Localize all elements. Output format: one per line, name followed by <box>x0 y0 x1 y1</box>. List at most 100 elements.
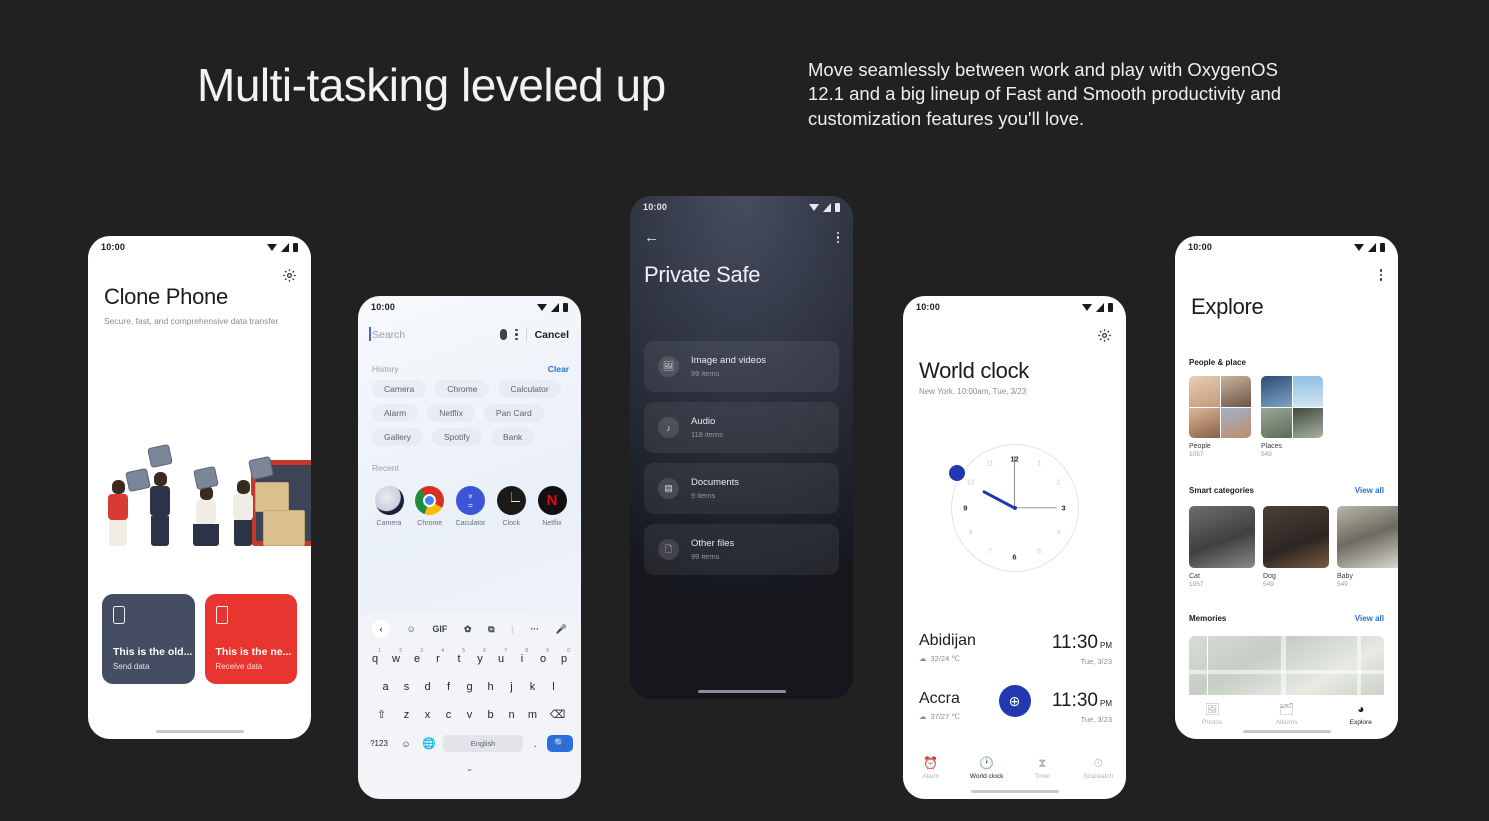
places-thumbnail-grid <box>1261 376 1323 438</box>
key-l[interactable]: l <box>545 675 563 698</box>
key-h[interactable]: h <box>482 675 500 698</box>
city-temp: 32/24 ℃ <box>930 654 960 663</box>
tile-cat[interactable]: Cat 1057 <box>1189 506 1255 588</box>
gear-icon <box>283 269 296 282</box>
key-a[interactable]: a <box>377 675 395 698</box>
key-e[interactable]: 3e <box>408 647 426 670</box>
nav-item-photos[interactable]: 🖼 Photos <box>1187 702 1237 726</box>
chevron-down-icon[interactable]: ⌄ <box>358 763 581 774</box>
back-arrow-icon[interactable]: ← <box>644 230 659 245</box>
tile-baby[interactable]: Baby 549 <box>1337 506 1398 588</box>
app-camera[interactable]: Camera <box>370 486 408 527</box>
more-icon[interactable]: ··· <box>530 624 539 634</box>
safe-item-other-files[interactable]: 🗋 Other files 99 items <box>644 524 839 575</box>
backspace-key[interactable]: ⌫ <box>545 703 571 726</box>
app-netflix[interactable]: N Netflix <box>533 486 571 527</box>
clear-button[interactable]: Clear <box>548 364 569 374</box>
key-k[interactable]: k <box>524 675 542 698</box>
recent-header: Recent <box>372 463 569 473</box>
key-b[interactable]: b <box>482 703 500 726</box>
key-v[interactable]: v <box>461 703 479 726</box>
tile-people[interactable]: People 1057 <box>1189 376 1251 458</box>
gif-button[interactable]: GIF <box>432 624 447 634</box>
dial-marker-dot <box>948 465 965 481</box>
key-o[interactable]: 9o <box>534 647 552 670</box>
history-chip[interactable]: Bank <box>490 428 535 446</box>
card-old-device[interactable]: This is the old... Send data <box>102 594 195 684</box>
microphone-icon[interactable] <box>500 329 508 340</box>
app-calculator[interactable]: × = Caculator <box>452 486 490 527</box>
history-chip[interactable]: Spotify <box>431 428 482 446</box>
nav-item-explore[interactable]: ◕ Explore <box>1336 702 1386 726</box>
shift-key[interactable]: ⇧ <box>369 703 395 726</box>
key-m[interactable]: m <box>524 703 542 726</box>
translate-icon[interactable]: ⧉ <box>488 624 494 635</box>
kebab-menu-icon[interactable] <box>1379 269 1382 281</box>
illus-box-bottom <box>263 510 305 546</box>
key-s[interactable]: s <box>398 675 416 698</box>
tile-label: Baby <box>1337 573 1353 580</box>
history-chip[interactable]: Netflix <box>427 404 475 422</box>
sticker-icon[interactable]: ☺ <box>407 624 416 634</box>
globe-icon[interactable]: 🌐 <box>420 732 438 755</box>
key-p[interactable]: 0p <box>555 647 573 670</box>
battery-icon <box>1108 302 1113 312</box>
key-w[interactable]: 2w <box>387 647 405 670</box>
key-j[interactable]: j <box>503 675 521 698</box>
nav-item-stopwatch[interactable]: ⏱ Stopwatch <box>1073 756 1123 781</box>
key-n[interactable]: n <box>503 703 521 726</box>
view-all-button[interactable]: View all <box>1355 614 1384 623</box>
card-new-device[interactable]: This is the ne... Receive data <box>204 594 297 684</box>
search-input[interactable]: Search <box>368 326 492 341</box>
key-x[interactable]: x <box>419 703 437 726</box>
numeric-key[interactable]: ?123 <box>366 732 392 755</box>
history-chip[interactable]: Pan Card <box>483 404 544 422</box>
key-d[interactable]: d <box>419 675 437 698</box>
key-g[interactable]: g <box>461 675 479 698</box>
nav-item-albums[interactable]: 🗂 Albums <box>1261 702 1311 726</box>
nav-item-alarm[interactable]: ⏰ Alarm <box>906 756 956 780</box>
settings-button[interactable] <box>1097 328 1112 348</box>
space-key[interactable]: English <box>443 735 523 752</box>
key-u[interactable]: 7u <box>492 647 510 670</box>
safe-item-audio[interactable]: ♪ Audio 118 items <box>644 402 839 453</box>
add-city-button[interactable]: ⊕ <box>998 685 1031 717</box>
tile-dog[interactable]: Dog 549 <box>1263 506 1329 588</box>
history-chip[interactable]: Chrome <box>435 380 490 398</box>
search-icon[interactable]: 🔍 <box>547 735 573 752</box>
key-t[interactable]: 5t <box>450 647 468 670</box>
key-z[interactable]: z <box>398 703 416 726</box>
tile-places[interactable]: Places 549 <box>1261 376 1323 458</box>
app-clock[interactable]: Clock <box>492 486 530 527</box>
nav-item-timer[interactable]: ⧗ Timer <box>1017 756 1067 781</box>
view-all-button[interactable]: View all <box>1355 486 1384 495</box>
kebab-menu-icon[interactable] <box>515 328 518 341</box>
microphone-icon[interactable]: 🎤 <box>556 624 567 635</box>
city-row[interactable]: Abidijan ☁ 32/24 ℃ 11:30 PM Tue, 3/23 <box>919 620 1112 678</box>
divider <box>525 328 527 341</box>
safe-item-documents[interactable]: ▤ Documents 9 items <box>644 463 839 514</box>
music-note-icon: ♪ <box>658 417 679 438</box>
cancel-button[interactable]: Cancel <box>535 329 569 341</box>
emoji-icon[interactable]: ☺ <box>397 732 415 755</box>
nav-item-world-clock[interactable]: 🕐 World clock <box>962 756 1012 780</box>
key-r[interactable]: 4r <box>429 647 447 670</box>
key-f[interactable]: f <box>440 675 458 698</box>
kebab-menu-icon[interactable] <box>836 231 839 244</box>
history-chip[interactable]: Alarm <box>372 404 419 422</box>
history-chip[interactable]: Calculator <box>498 380 561 398</box>
key-i[interactable]: 8i <box>513 647 531 670</box>
settings-button[interactable] <box>282 268 297 288</box>
period-key[interactable]: . <box>528 732 542 755</box>
home-indicator <box>155 730 244 733</box>
illus-person-1 <box>108 467 151 546</box>
key-y[interactable]: 6y <box>471 647 489 670</box>
back-icon[interactable]: ‹ <box>372 620 390 638</box>
history-chip[interactable]: Gallery <box>372 428 423 446</box>
key-c[interactable]: c <box>440 703 458 726</box>
key-q[interactable]: 1q <box>366 647 384 670</box>
settings-icon[interactable]: ✿ <box>464 624 472 635</box>
app-chrome[interactable]: Chrome <box>411 486 449 527</box>
safe-item-images[interactable]: 🖼 Image and videos 99 items <box>644 341 839 392</box>
history-chip[interactable]: Camera <box>372 380 427 398</box>
